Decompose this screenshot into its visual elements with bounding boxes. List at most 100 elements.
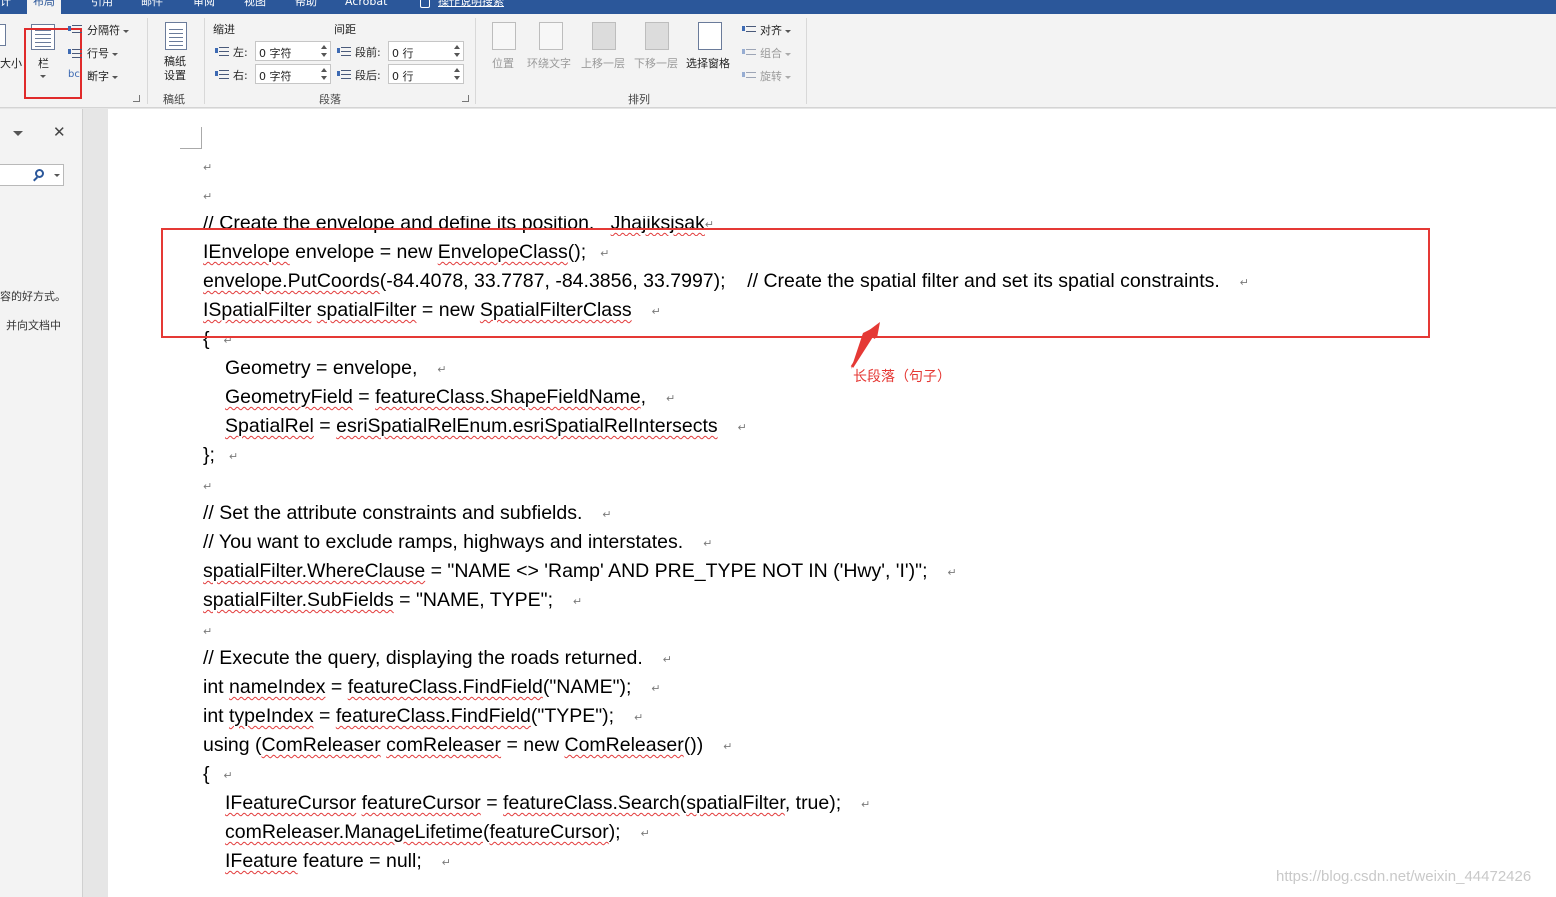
spinner-icon[interactable] bbox=[454, 44, 461, 58]
tell-me-search[interactable]: 操作说明搜索 bbox=[420, 0, 504, 14]
annotation-label: 长段落（句子） bbox=[853, 369, 951, 385]
align-label: 对齐 bbox=[760, 24, 782, 37]
code-text: comReleaser.ManageLifetime bbox=[225, 821, 483, 843]
code-text: = new bbox=[501, 734, 565, 756]
paragraph-mark: ↵ bbox=[602, 509, 612, 521]
code-text: = bbox=[313, 415, 337, 437]
code-text: spatialFilter.SubFields bbox=[203, 589, 394, 611]
line-numbers-button[interactable]: 行号 bbox=[87, 45, 118, 61]
code-text: = "NAME, TYPE"; bbox=[393, 589, 554, 611]
breaks-button[interactable]: 分隔符 bbox=[87, 22, 129, 38]
code-text: int bbox=[203, 705, 230, 727]
code-text: esriSpatialRelEnum.esriSpatialRelInterse… bbox=[336, 415, 718, 437]
code-text: IFeatureCursor bbox=[225, 792, 357, 814]
ribbon: 大小 栏 分隔符 行号 bc 断字 稿纸 设置 稿纸 缩进 间距 左: 0 字符… bbox=[0, 14, 1556, 108]
tab-layout[interactable]: 布局 bbox=[27, 0, 61, 14]
code-text: { bbox=[203, 763, 210, 785]
close-icon[interactable]: ✕ bbox=[53, 123, 66, 141]
pane-options-icon[interactable] bbox=[13, 131, 23, 136]
code-text: ComReleaser bbox=[261, 734, 381, 756]
paragraph-mark: ↵ bbox=[203, 190, 213, 203]
code-text: // You want to exclude ramps, highways a… bbox=[203, 531, 684, 553]
spinner-icon[interactable] bbox=[321, 67, 328, 81]
code-text: typeIndex bbox=[229, 705, 314, 727]
code-line: Geometry = envelope, ↵ bbox=[225, 357, 447, 381]
code-line: // You want to exclude ramps, highways a… bbox=[203, 531, 712, 555]
group-button[interactable]: 组合 bbox=[760, 45, 791, 61]
annotation-arrow-icon bbox=[850, 322, 880, 369]
paragraph-launcher[interactable] bbox=[462, 95, 469, 102]
indent-right-input[interactable]: 0 字符 bbox=[255, 64, 331, 84]
page-setup-launcher[interactable] bbox=[133, 95, 140, 102]
manuscript-settings-button[interactable]: 稿纸 设置 bbox=[164, 55, 186, 83]
align-button[interactable]: 对齐 bbox=[760, 22, 791, 38]
indent-left-label: 左: bbox=[233, 46, 248, 59]
rotate-icon bbox=[742, 69, 756, 81]
tab-help[interactable]: 帮助 bbox=[295, 0, 317, 14]
rotate-label: 旋转 bbox=[760, 70, 782, 83]
spacing-after-icon bbox=[337, 68, 351, 80]
position-button[interactable]: 位置 bbox=[492, 55, 514, 71]
code-text: feature = null; bbox=[297, 850, 422, 872]
code-text: = bbox=[352, 386, 376, 408]
search-icon[interactable] bbox=[35, 169, 44, 178]
indent-left-value: 0 字符 bbox=[259, 47, 292, 60]
code-text: featureClass.Search bbox=[503, 792, 680, 814]
code-text: ("TYPE"); bbox=[530, 705, 615, 727]
breaks-icon bbox=[68, 23, 82, 35]
send-backward-icon bbox=[645, 22, 669, 50]
spinner-icon[interactable] bbox=[321, 44, 328, 58]
paragraph-mark: ↵ bbox=[861, 799, 871, 811]
code-line: IFeatureCursor featureCursor = featureCl… bbox=[225, 792, 870, 816]
selection-pane-button[interactable]: 选择窗格 bbox=[686, 55, 730, 71]
code-text: featureCursor bbox=[361, 792, 481, 814]
code-text: Geometry = envelope, bbox=[225, 357, 418, 379]
spacing-before-input[interactable]: 0 行 bbox=[388, 41, 464, 61]
paragraph-mark: ↵ bbox=[723, 741, 733, 753]
tab-references[interactable]: 引用 bbox=[91, 0, 113, 14]
size-icon bbox=[0, 24, 6, 46]
indent-left-icon bbox=[215, 45, 229, 57]
size-button[interactable]: 大小 bbox=[0, 55, 22, 71]
nav-help-text-1: 容的好方式。 bbox=[0, 290, 66, 303]
spacing-after-input[interactable]: 0 行 bbox=[388, 64, 464, 84]
hyphenation-button[interactable]: 断字 bbox=[87, 68, 118, 84]
code-line: GeometryField = featureClass.ShapeFieldN… bbox=[225, 386, 675, 410]
wrap-text-button[interactable]: 环绕文字 bbox=[527, 55, 571, 71]
line-numbers-label: 行号 bbox=[87, 47, 109, 60]
bring-forward-button[interactable]: 上移一层 bbox=[581, 55, 625, 71]
paragraph-mark: ↵ bbox=[203, 480, 213, 493]
code-text: spatialFilter bbox=[686, 792, 785, 814]
code-line: int typeIndex = featureClass.FindField("… bbox=[203, 705, 643, 729]
manuscript-icon bbox=[165, 22, 187, 50]
tab-review[interactable]: 审阅 bbox=[193, 0, 215, 14]
code-text: spatialFilter.WhereClause bbox=[203, 560, 426, 582]
indent-left-input[interactable]: 0 字符 bbox=[255, 41, 331, 61]
indent-right-value: 0 字符 bbox=[259, 70, 292, 83]
tell-me-label: 操作说明搜索 bbox=[438, 0, 504, 8]
navigation-search-input[interactable] bbox=[0, 164, 64, 186]
spinner-icon[interactable] bbox=[454, 67, 461, 81]
code-text: = bbox=[325, 676, 348, 698]
tab-acrobat[interactable]: Acrobat bbox=[345, 0, 387, 14]
chevron-down-icon[interactable] bbox=[54, 174, 60, 177]
nav-help-text-2: 并向文档中 bbox=[6, 319, 61, 332]
rotate-button[interactable]: 旋转 bbox=[760, 68, 791, 84]
code-text: int bbox=[203, 676, 230, 698]
tab-view[interactable]: 视图 bbox=[244, 0, 266, 14]
spacing-header: 间距 bbox=[334, 23, 356, 36]
code-text: using ( bbox=[203, 734, 262, 756]
tab-mailings[interactable]: 邮件 bbox=[141, 0, 163, 14]
hyphenation-label: 断字 bbox=[87, 70, 109, 83]
indent-header: 缩进 bbox=[213, 23, 235, 36]
code-text: // Set the attribute constraints and sub… bbox=[203, 502, 583, 524]
tab-design[interactable]: 计 bbox=[0, 0, 11, 14]
send-backward-button[interactable]: 下移一层 bbox=[634, 55, 678, 71]
code-line: spatialFilter.SubFields = "NAME, TYPE"; ↵ bbox=[203, 589, 582, 613]
document-page[interactable]: ↵ ↵ // Create the envelope and define it… bbox=[108, 109, 1556, 897]
paragraph-mark: ↵ bbox=[203, 161, 213, 174]
code-text: , true); bbox=[784, 792, 842, 814]
code-text: IFeature bbox=[225, 850, 298, 872]
watermark: https://blog.csdn.net/weixin_44472426 bbox=[1276, 868, 1532, 885]
code-text: SpatialRel bbox=[225, 415, 314, 437]
